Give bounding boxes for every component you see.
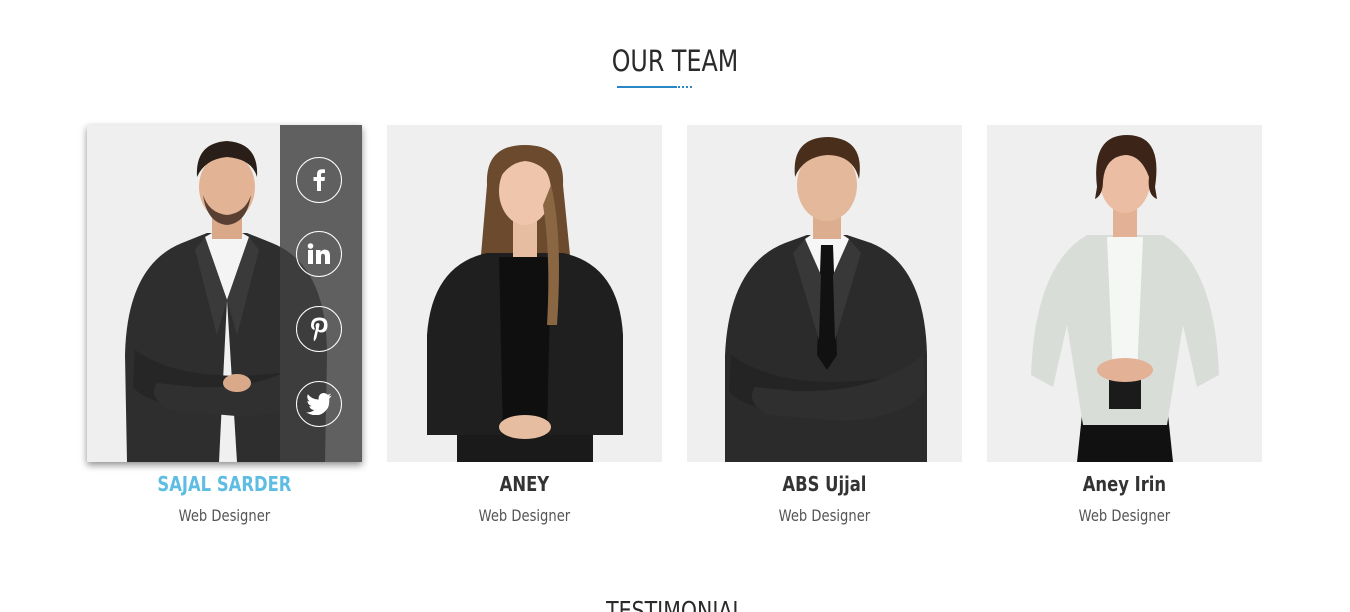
- section-title: OUR TEAM: [611, 44, 739, 78]
- member-photo[interactable]: [387, 125, 662, 462]
- member-role: Web Designer: [778, 506, 871, 525]
- team-card-2[interactable]: ANEY Web Designer: [387, 125, 662, 525]
- member-role: Web Designer: [1078, 506, 1171, 525]
- title-underline: [617, 86, 677, 88]
- man-in-suit-and-tie-photo: [725, 137, 927, 462]
- member-role: Web Designer: [178, 506, 271, 525]
- team-card-3[interactable]: ABS Ujjal Web Designer: [687, 125, 962, 525]
- next-section-title: TESTIMONIAL: [606, 596, 744, 612]
- member-name[interactable]: ABS Ujjal: [712, 472, 938, 496]
- member-name[interactable]: Aney Irin: [1012, 472, 1238, 496]
- twitter-icon[interactable]: [296, 381, 342, 427]
- team-page: OUR TEAM SAJAL SARDER Web Designer ANEY …: [0, 0, 1350, 612]
- team-card-1[interactable]: SAJAL SARDER Web Designer: [87, 125, 362, 525]
- linkedin-icon[interactable]: [296, 231, 342, 277]
- pinterest-icon[interactable]: [296, 306, 342, 352]
- member-name[interactable]: ANEY: [412, 472, 638, 496]
- woman-in-light-blazer-photo: [1031, 135, 1219, 462]
- member-photo[interactable]: [987, 125, 1262, 462]
- facebook-icon[interactable]: [296, 157, 342, 203]
- member-role: Web Designer: [478, 506, 571, 525]
- social-overlay: [280, 125, 362, 462]
- woman-in-leather-jacket-photo: [427, 145, 623, 462]
- member-photo[interactable]: [687, 125, 962, 462]
- title-underline-dots: [678, 86, 692, 88]
- member-name[interactable]: SAJAL SARDER: [112, 472, 338, 496]
- team-card-4[interactable]: Aney Irin Web Designer: [987, 125, 1262, 525]
- member-photo[interactable]: [87, 125, 362, 462]
